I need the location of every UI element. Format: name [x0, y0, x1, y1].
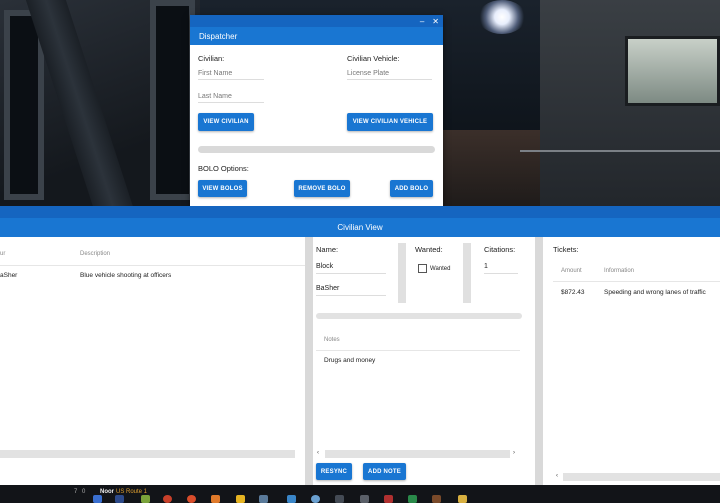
column-header-description[interactable]: Description [80, 251, 110, 257]
taskbar-app-icon[interactable] [360, 495, 369, 503]
panel-divider [535, 237, 543, 485]
civilian-view-title: Civilian View [0, 218, 720, 237]
view-civilian-button[interactable]: VIEW CIVILIAN [198, 113, 254, 131]
taskbar-app-icon[interactable] [458, 495, 467, 503]
taskbar-app-icon[interactable] [432, 495, 441, 503]
divider [316, 313, 522, 319]
scroll-right-icon[interactable]: › [513, 450, 515, 456]
column-header-amount[interactable]: Amount [561, 268, 582, 274]
taskbar-app-icon[interactable] [384, 495, 393, 503]
last-name-field[interactable]: BaSher [316, 285, 386, 296]
first-name-input[interactable]: First Name [198, 70, 264, 80]
license-plate-input[interactable]: License Plate [347, 70, 432, 80]
section-divider [463, 243, 471, 303]
citations-label: Citations: [484, 245, 516, 254]
taskbar-app-icon[interactable] [141, 495, 150, 503]
column-header-information[interactable]: Information [604, 268, 634, 274]
ticket-information-cell: Speeding and wrong lanes of traffic [604, 289, 706, 296]
taskbar-app-icon[interactable] [335, 495, 344, 503]
hud-direction: Noor [100, 489, 114, 495]
background-window [150, 0, 195, 200]
citations-field[interactable]: 1 [484, 263, 518, 274]
taskbar-app-icon[interactable] [115, 495, 124, 503]
street-light [478, 0, 526, 34]
civilian-view-titlebar [0, 206, 720, 218]
section-divider [398, 243, 406, 303]
bolo-options-label: BOLO Options: [198, 164, 249, 173]
taskbar-app-icon[interactable] [287, 495, 296, 503]
add-note-button[interactable]: ADD NOTE [363, 463, 406, 480]
window-controls: – ✕ [190, 15, 443, 27]
divider [198, 146, 435, 153]
bolo-owner-cell: aSher [0, 272, 18, 279]
wanted-checkbox-label: Wanted [430, 266, 451, 272]
ticket-amount-cell: $872.43 [561, 289, 585, 296]
scroll-left-icon[interactable]: ‹ [317, 450, 319, 456]
row-divider [0, 265, 310, 266]
taskbar-app-icon[interactable] [259, 495, 268, 503]
close-icon[interactable]: ✕ [432, 17, 439, 26]
notes-header[interactable]: Notes [324, 337, 340, 343]
taskbar-app-icon[interactable] [163, 495, 172, 503]
column-header-owner[interactable]: ur [0, 251, 5, 257]
bolo-description-cell: Blue vehicle shooting at officers [80, 272, 172, 279]
civilian-label: Civilian: [198, 54, 225, 63]
civilian-view-window: ur Description aSher Blue vehicle shooti… [0, 237, 720, 485]
tickets-label: Tickets: [553, 245, 579, 254]
last-name-input[interactable]: Last Name [198, 93, 264, 103]
taskbar-app-icon[interactable] [311, 495, 320, 503]
row-divider [316, 350, 520, 351]
horizontal-scrollbar[interactable] [0, 450, 295, 458]
taskbar-app-icon[interactable] [211, 495, 220, 503]
taskbar-app-icon[interactable] [408, 495, 417, 503]
dispatcher-title: Dispatcher [190, 27, 443, 45]
civilian-vehicle-label: Civilian Vehicle: [347, 54, 400, 63]
panel-divider [305, 237, 313, 485]
view-bolos-button[interactable]: VIEW BOLOS [198, 180, 247, 197]
note-item[interactable]: Drugs and money [324, 357, 375, 364]
taskbar-app-icon[interactable] [93, 495, 102, 503]
hud-speed: 0 [82, 489, 86, 495]
remove-bolo-button[interactable]: REMOVE BOLO [294, 180, 350, 197]
dispatcher-window: – ✕ Dispatcher Civilian: First Name Last… [190, 15, 443, 206]
row-divider [553, 281, 720, 282]
name-label: Name: [316, 245, 339, 254]
notes-horizontal-scrollbar[interactable] [325, 450, 510, 458]
add-bolo-button[interactable]: ADD BOLO [390, 180, 433, 197]
wanted-label: Wanted: [415, 245, 443, 254]
background-lit-window [625, 36, 720, 106]
resync-button[interactable]: RESYNC [316, 463, 352, 480]
view-civilian-vehicle-button[interactable]: VIEW CIVILIAN VEHICLE [347, 113, 433, 131]
taskbar-app-icon[interactable] [187, 495, 196, 503]
tickets-horizontal-scrollbar[interactable] [563, 473, 720, 481]
wanted-checkbox[interactable] [418, 264, 427, 273]
hud-number: 7 [74, 489, 78, 495]
minimize-icon[interactable]: – [420, 17, 424, 26]
scroll-left-icon[interactable]: ‹ [556, 473, 558, 479]
background-railing [520, 150, 720, 152]
first-name-field[interactable]: Block [316, 263, 386, 274]
folder-icon[interactable] [236, 495, 245, 503]
